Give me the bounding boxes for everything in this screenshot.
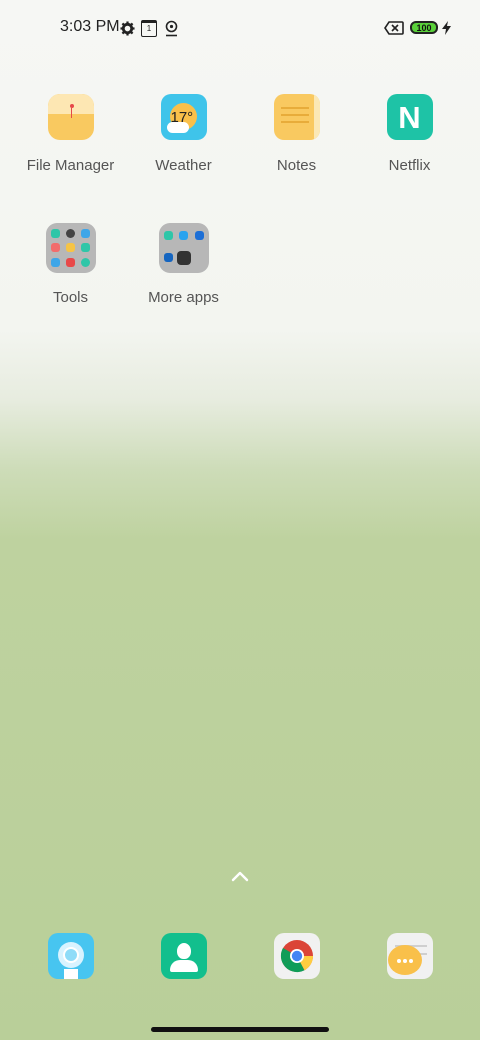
notes-icon xyxy=(273,94,320,140)
app-file-manager[interactable]: File Manager xyxy=(14,94,127,174)
location-icon xyxy=(164,18,179,38)
tools-folder-icon xyxy=(45,223,96,273)
no-sim-icon xyxy=(384,18,404,38)
folder-label: Tools xyxy=(52,289,89,306)
chrome-icon[interactable] xyxy=(274,933,320,979)
app-label: Weather xyxy=(155,157,212,174)
home-indicator[interactable] xyxy=(151,1027,329,1032)
more-apps-folder-icon xyxy=(158,223,209,273)
gear-icon xyxy=(120,18,135,38)
app-notes[interactable]: Notes xyxy=(240,94,353,174)
chevron-up-icon[interactable] xyxy=(230,868,250,884)
battery-icon: 100 xyxy=(410,21,438,34)
file-manager-icon xyxy=(47,94,94,140)
folder-more-apps[interactable]: More apps xyxy=(127,223,240,306)
calendar-icon: 1 xyxy=(141,18,157,38)
weather-icon: 17° xyxy=(160,94,207,140)
contacts-icon[interactable] xyxy=(161,933,207,979)
status-time: 3:03 PM xyxy=(60,18,120,35)
app-label: Netflix xyxy=(388,157,431,174)
netflix-icon: N xyxy=(386,94,433,140)
app-weather[interactable]: 17° Weather xyxy=(127,94,240,174)
app-label: File Manager xyxy=(26,157,115,174)
app-label: Notes xyxy=(276,157,317,174)
messages-icon[interactable] xyxy=(387,933,433,979)
folder-label: More apps xyxy=(148,289,219,306)
camera-icon[interactable] xyxy=(48,933,94,979)
charging-icon xyxy=(442,18,451,38)
status-bar: 3:03 PM 1 100 xyxy=(0,0,480,56)
app-netflix[interactable]: N Netflix xyxy=(353,94,466,174)
folder-tools[interactable]: Tools xyxy=(14,223,127,306)
